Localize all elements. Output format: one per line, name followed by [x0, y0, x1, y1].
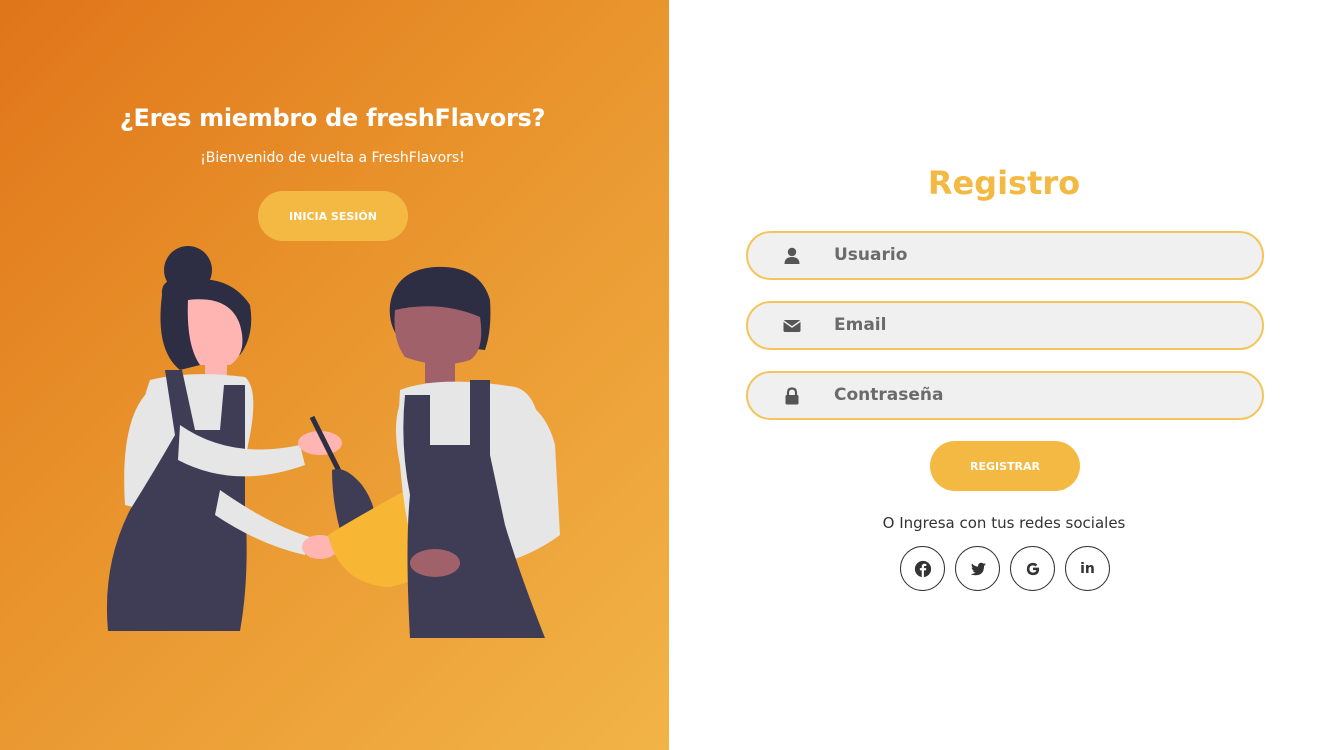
woman-figure: [106, 246, 375, 631]
man-figure: [389, 266, 560, 638]
welcome-subtitle: ¡Bienvenido de vuelta a FreshFlavors!: [200, 150, 465, 166]
form-title: Registro: [927, 164, 1081, 202]
user-icon: [784, 247, 800, 264]
welcome-panel: ¿Eres miembro de freshFlavors? ¡Bienveni…: [0, 0, 669, 750]
linkedin-button[interactable]: in: [1065, 546, 1110, 591]
email-field[interactable]: Email: [746, 301, 1264, 350]
username-field[interactable]: Usuario: [746, 231, 1264, 280]
facebook-button[interactable]: [900, 546, 945, 591]
password-placeholder: Contraseña: [834, 385, 944, 405]
username-placeholder: Usuario: [834, 245, 908, 265]
linkedin-icon: in: [1080, 560, 1095, 577]
facebook-icon: [914, 560, 931, 577]
google-icon: [1026, 562, 1039, 575]
twitter-icon: [970, 562, 986, 575]
lock-icon: [785, 387, 799, 405]
envelope-icon: [783, 320, 801, 332]
password-field[interactable]: Contraseña: [746, 371, 1264, 420]
welcome-title: ¿Eres miembro de freshFlavors?: [119, 104, 546, 132]
social-login-text: O Ingresa con tus redes sociales: [882, 514, 1126, 532]
twitter-button[interactable]: [955, 546, 1000, 591]
cooking-illustration: [106, 246, 560, 638]
page: ¿Eres miembro de freshFlavors? ¡Bienveni…: [0, 0, 1335, 750]
email-placeholder: Email: [834, 315, 887, 335]
google-button[interactable]: [1010, 546, 1055, 591]
login-button[interactable]: INICIA SESIÓN: [258, 191, 408, 241]
register-button[interactable]: REGISTRAR: [930, 441, 1080, 491]
